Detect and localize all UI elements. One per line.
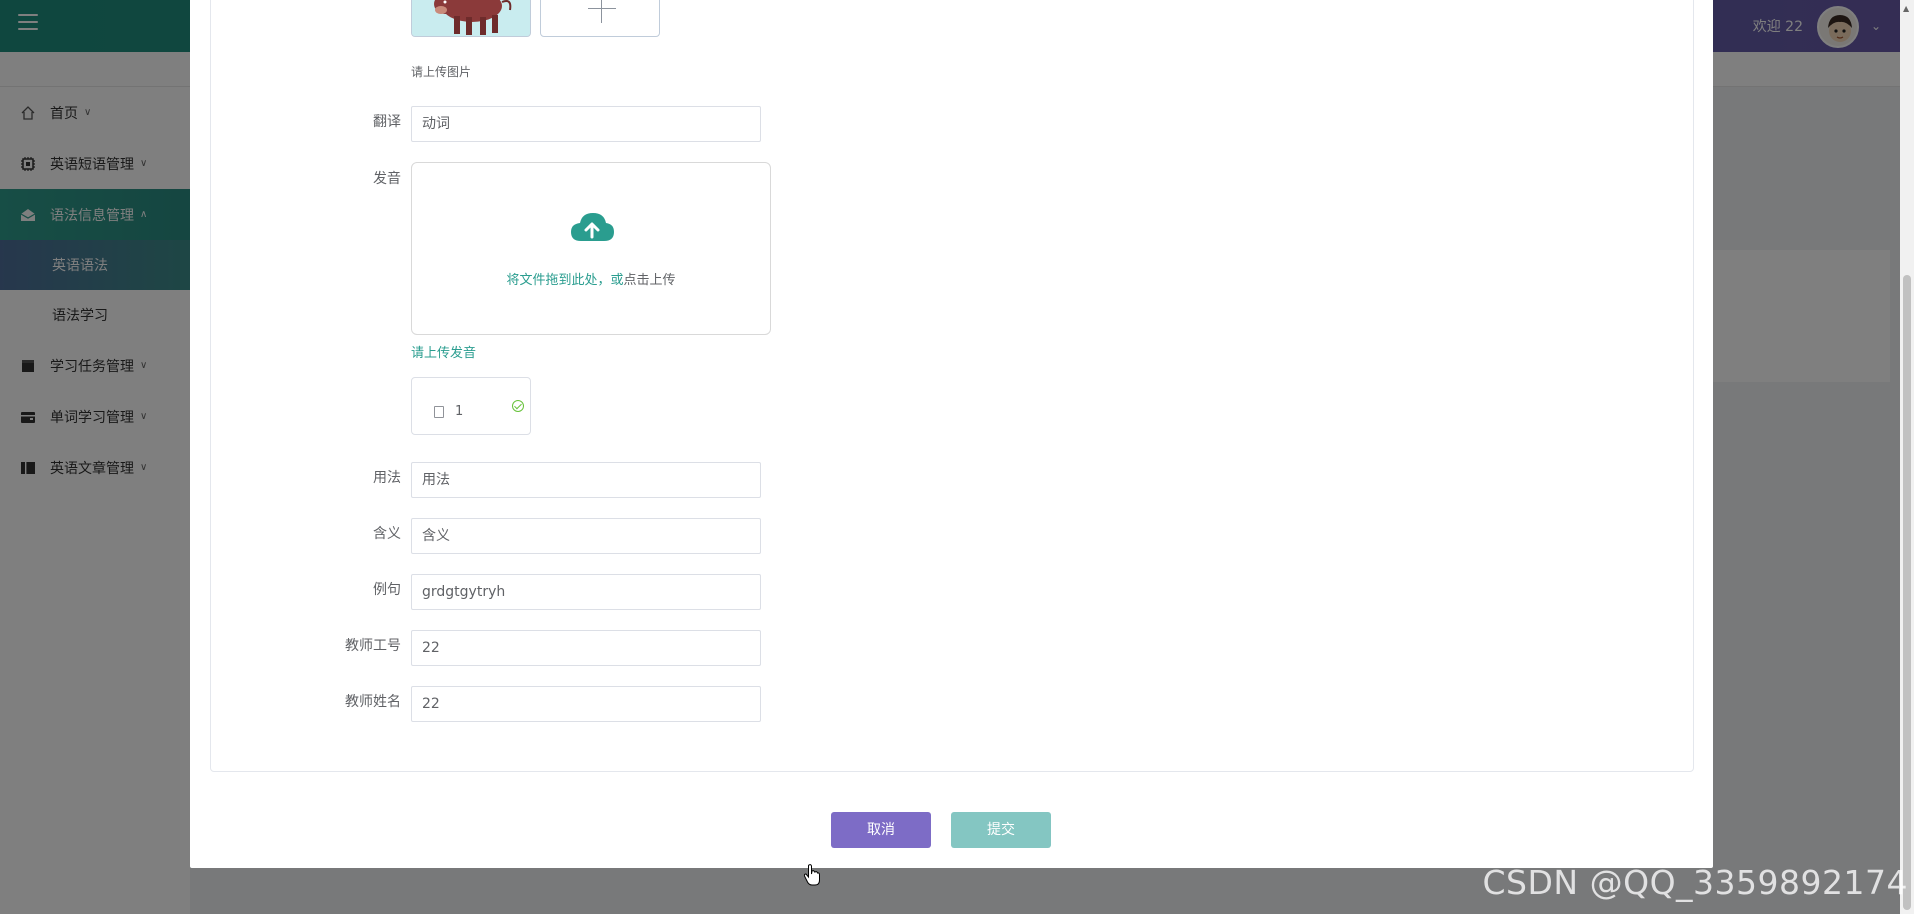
usage-input[interactable]: 用法 [411, 462, 761, 498]
cancel-button[interactable]: 取消 [831, 812, 931, 848]
audio-label: 发音 [373, 171, 401, 187]
cloud-upload-icon [571, 213, 614, 241]
translate-input[interactable]: 动词 [411, 106, 761, 142]
edit-dialog: 请上传图片 翻译 动词 发音 将文件拖到此处，或点击上传 请上传发音 1 用法 … [190, 0, 1713, 868]
dropzone-text: 将文件拖到此处，或点击上传 [412, 269, 770, 288]
usage-label: 用法 [373, 470, 401, 486]
teacher-id-input[interactable]: 22 [411, 630, 761, 666]
add-image-button[interactable] [540, 0, 660, 37]
audio-upload-tip: 请上传发音 [411, 346, 477, 361]
teacher-name-input[interactable]: 22 [411, 686, 761, 722]
audio-dropzone[interactable]: 将文件拖到此处，或点击上传 [411, 162, 771, 335]
watermark: CSDN @QQ_3359892174 [1482, 863, 1908, 902]
uploaded-file-name: 1 [455, 404, 464, 419]
document-icon [434, 406, 444, 418]
dropzone-text-drag: 将文件拖到此处，或 [506, 273, 624, 288]
bull-image [412, 0, 530, 36]
teacher-name-label: 教师姓名 [345, 694, 401, 710]
translate-label: 翻译 [373, 114, 401, 130]
example-input[interactable]: grdgtgytryh [411, 574, 761, 610]
app: 欢迎 22 ⌄ 首页 ∨ 英语短 [0, 0, 1914, 914]
teacher-id-label: 教师工号 [345, 638, 401, 654]
scrollbar-thumb[interactable] [1903, 275, 1911, 910]
meaning-label: 含义 [373, 526, 401, 542]
form-card: 请上传图片 翻译 动词 发音 将文件拖到此处，或点击上传 请上传发音 1 用法 … [210, 0, 1694, 772]
submit-button[interactable]: 提交 [951, 812, 1051, 848]
hand-cursor-icon [803, 864, 820, 886]
page-scrollbar[interactable]: ▲ [1900, 0, 1914, 914]
example-label: 例句 [373, 582, 401, 598]
scroll-up-icon[interactable]: ▲ [1903, 4, 1909, 13]
dropzone-text-click[interactable]: 点击上传 [624, 273, 676, 288]
check-circle-icon [512, 400, 524, 412]
uploaded-file-card[interactable]: 1 [411, 377, 531, 435]
meaning-input[interactable]: 含义 [411, 518, 761, 554]
image-upload-hint: 请上传图片 [411, 65, 472, 79]
uploaded-image-thumbnail[interactable] [411, 0, 531, 37]
